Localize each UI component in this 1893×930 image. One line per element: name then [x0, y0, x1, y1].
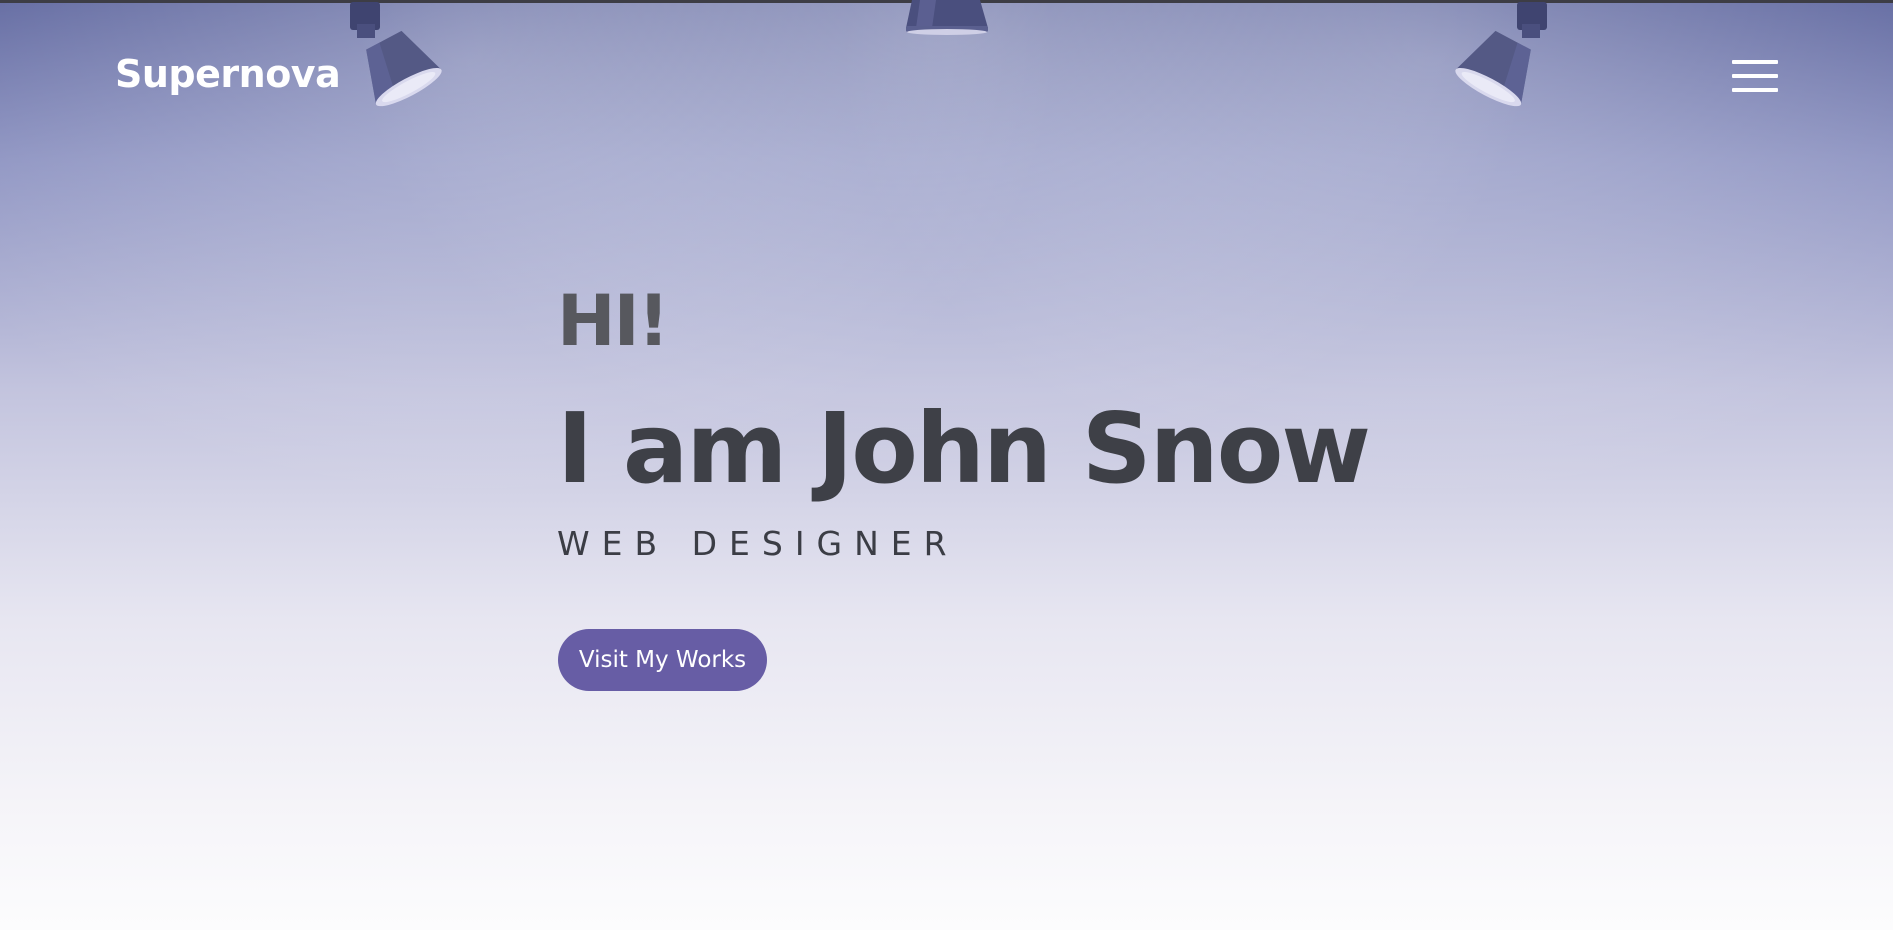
spotlight-center-icon [906, 0, 988, 35]
hero-greeting: HI! [557, 280, 670, 362]
hero-role: WEB DESIGNER [557, 524, 959, 563]
hamburger-menu-icon[interactable] [1732, 60, 1778, 94]
hero-headline: I am John Snow [557, 392, 1371, 505]
menu-line [1732, 74, 1778, 78]
menu-line [1732, 60, 1778, 64]
menu-line [1732, 88, 1778, 92]
spotlight-right-icon [1455, 2, 1547, 107]
visit-my-works-button[interactable]: Visit My Works [558, 629, 767, 691]
spotlight-left-icon [350, 2, 442, 107]
brand-logo[interactable]: Supernova [115, 52, 341, 96]
